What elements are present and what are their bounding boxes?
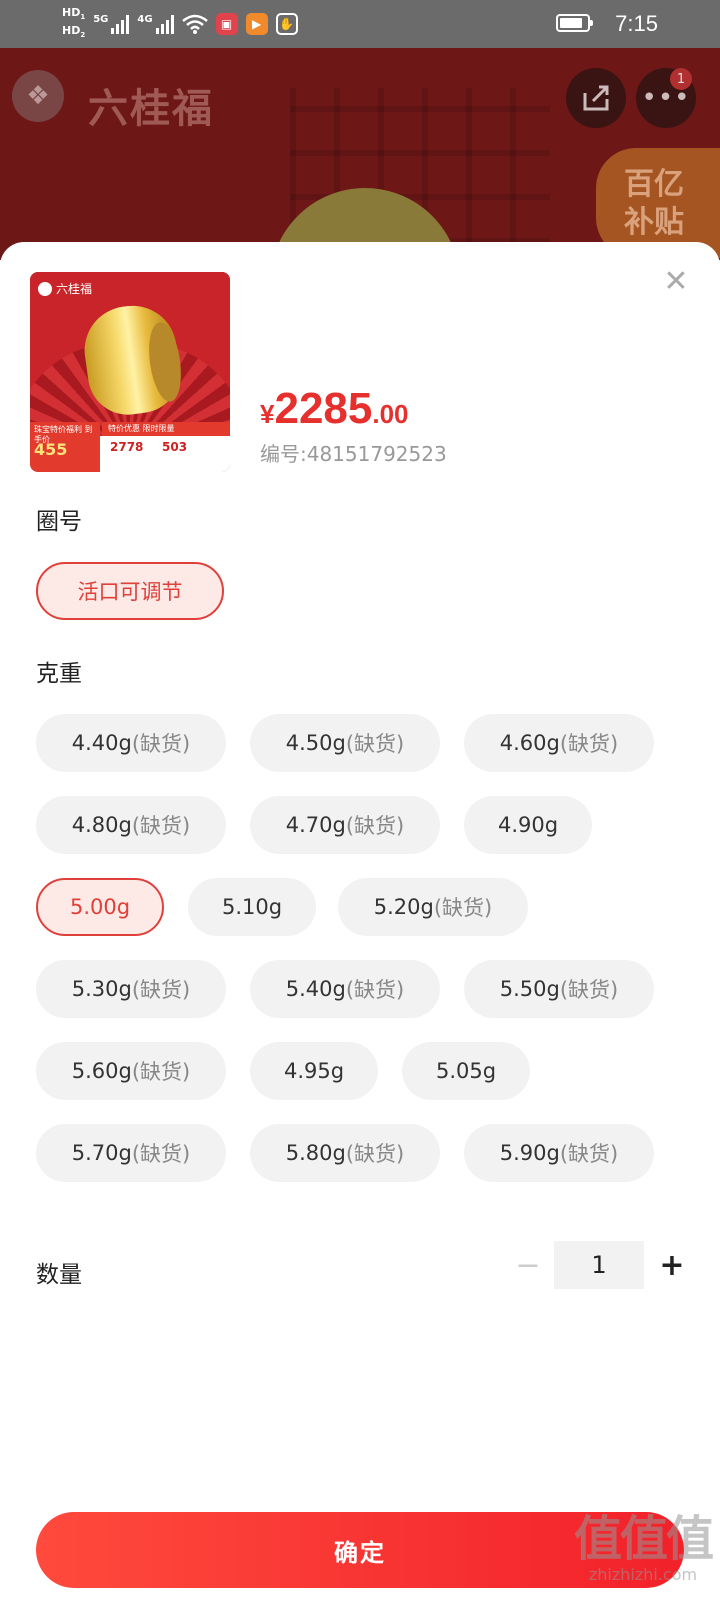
out-of-stock-label: (缺货) bbox=[559, 978, 619, 1002]
weight-chip[interactable]: 4.95g bbox=[250, 1042, 378, 1100]
chip-label: 5.00g bbox=[69, 895, 131, 919]
chip-label: 5.20g bbox=[373, 895, 434, 919]
weight-chip[interactable]: 4.40g (缺货) bbox=[36, 714, 226, 772]
chip-label: 5.05g bbox=[435, 1059, 497, 1083]
chip-label: 5.60g bbox=[71, 1059, 132, 1083]
weight-chip[interactable]: 5.05g bbox=[402, 1042, 530, 1100]
signal-5g-icon: 5G bbox=[93, 14, 130, 34]
clock: 7:15 bbox=[615, 11, 658, 36]
out-of-stock-label: (缺货) bbox=[345, 814, 405, 838]
product-thumbnail: 六桂福 珠宝特价福利 到手价 455 特价优惠 限时限量 2778 503 bbox=[30, 272, 230, 472]
chip-label: 5.40g bbox=[285, 977, 346, 1001]
share-icon bbox=[583, 85, 609, 111]
weight-chip[interactable]: 5.70g (缺货) bbox=[36, 1124, 226, 1182]
weight-chip[interactable]: 5.40g (缺货) bbox=[250, 960, 440, 1018]
weight-chip[interactable]: 5.50g (缺货) bbox=[464, 960, 654, 1018]
weight-chip[interactable]: 4.50g (缺货) bbox=[250, 714, 440, 772]
chip-label: 4.60g bbox=[499, 731, 560, 755]
out-of-stock-label: (缺货) bbox=[131, 732, 191, 756]
chip-label: 4.95g bbox=[283, 1059, 345, 1083]
weight-chip[interactable]: 5.90g (缺货) bbox=[464, 1124, 654, 1182]
status-bar: HD1 HD2 5G 4G ▣ ▶ ✋ 7:15 bbox=[0, 0, 720, 48]
out-of-stock-label: (缺货) bbox=[345, 1142, 405, 1166]
weight-chip[interactable]: 5.60g (缺货) bbox=[36, 1042, 226, 1100]
item-number: 编号:48151792523 bbox=[260, 442, 447, 466]
status-icons-left: HD1 HD2 5G 4G ▣ ▶ ✋ bbox=[62, 6, 298, 42]
thumbnail-tag: 特价优惠 限时限量 bbox=[102, 422, 230, 436]
out-of-stock-label: (缺货) bbox=[131, 978, 191, 1002]
weight-chip[interactable]: 4.60g (缺货) bbox=[464, 714, 654, 772]
sku-selector-sheet: ✕ 六桂福 珠宝特价福利 到手价 455 特价优惠 限时限量 2778 503 … bbox=[0, 242, 720, 1600]
gift-app-icon: ▣ bbox=[215, 13, 238, 35]
thumbnail-brand: 六桂福 bbox=[38, 280, 92, 297]
out-of-stock-label: (缺货) bbox=[345, 732, 405, 756]
weight-chip[interactable]: 5.30g (缺货) bbox=[36, 960, 226, 1018]
chip-label: 活口可调节 bbox=[77, 580, 183, 604]
weight-chip[interactable]: 5.00g bbox=[36, 878, 164, 936]
battery-icon bbox=[556, 14, 593, 32]
chip-label: 5.30g bbox=[71, 977, 132, 1001]
quantity-increase-button[interactable]: + bbox=[654, 1241, 690, 1289]
notification-badge: 1 bbox=[670, 68, 692, 90]
weight-chip[interactable]: 4.90g bbox=[464, 796, 592, 854]
watermark: 值值值 zhizhizhi.com bbox=[573, 1511, 714, 1584]
signal-4g-icon: 4G bbox=[137, 14, 174, 34]
video-app-icon: ▶ bbox=[245, 13, 268, 35]
thumbnail-number-1: 2778 bbox=[110, 440, 144, 454]
chip-label: 5.10g bbox=[221, 895, 283, 919]
quantity-title: 数量 bbox=[36, 1262, 82, 1288]
chip-label: 5.50g bbox=[499, 977, 560, 1001]
weight-title: 克重 bbox=[36, 661, 82, 687]
thumbnail-number-2: 503 bbox=[162, 440, 188, 454]
chip-label: 5.90g bbox=[499, 1141, 560, 1165]
thumbnail-price-box: 珠宝特价福利 到手价 455 bbox=[30, 422, 100, 472]
chip-label: 4.50g bbox=[285, 731, 346, 755]
weight-chip[interactable]: 5.20g (缺货) bbox=[338, 878, 528, 936]
quantity-input[interactable]: 1 bbox=[554, 1241, 644, 1289]
weight-chip[interactable]: 4.80g (缺货) bbox=[36, 796, 226, 854]
out-of-stock-label: (缺货) bbox=[345, 978, 405, 1002]
out-of-stock-label: (缺货) bbox=[131, 814, 191, 838]
close-button[interactable]: ✕ bbox=[662, 267, 690, 297]
quantity-decrease-button[interactable]: − bbox=[510, 1241, 546, 1289]
chip-label: 4.80g bbox=[71, 813, 132, 837]
out-of-stock-label: (缺货) bbox=[559, 1142, 619, 1166]
hand-app-icon: ✋ bbox=[275, 13, 298, 35]
product-page-background: ❖ 六桂福 ••• 1 百亿 补贴 bbox=[0, 48, 720, 260]
hd-indicator: HD1 HD2 bbox=[62, 5, 86, 40]
share-button[interactable] bbox=[566, 68, 626, 128]
brand-logo-text: 六桂福 bbox=[88, 86, 214, 132]
out-of-stock-label: (缺货) bbox=[131, 1142, 191, 1166]
chip-label: 4.70g bbox=[285, 813, 346, 837]
brand-logo-icon: ❖ bbox=[12, 70, 64, 122]
out-of-stock-label: (缺货) bbox=[433, 896, 493, 920]
ring-size-chip[interactable]: 活口可调节 bbox=[36, 562, 224, 620]
chip-label: 5.80g bbox=[285, 1141, 346, 1165]
chip-label: 4.40g bbox=[71, 731, 132, 755]
weight-chip[interactable]: 5.10g bbox=[188, 878, 316, 936]
wifi-icon bbox=[181, 14, 208, 34]
close-icon: ✕ bbox=[663, 264, 689, 299]
weight-chip[interactable]: 4.70g (缺货) bbox=[250, 796, 440, 854]
weight-chip[interactable]: 5.80g (缺货) bbox=[250, 1124, 440, 1182]
product-price: ¥2285.00 bbox=[260, 384, 409, 433]
chip-label: 4.90g bbox=[497, 813, 559, 837]
out-of-stock-label: (缺货) bbox=[559, 732, 619, 756]
ring-size-title: 圈号 bbox=[36, 509, 82, 535]
out-of-stock-label: (缺货) bbox=[131, 1060, 191, 1084]
chip-label: 5.70g bbox=[71, 1141, 132, 1165]
